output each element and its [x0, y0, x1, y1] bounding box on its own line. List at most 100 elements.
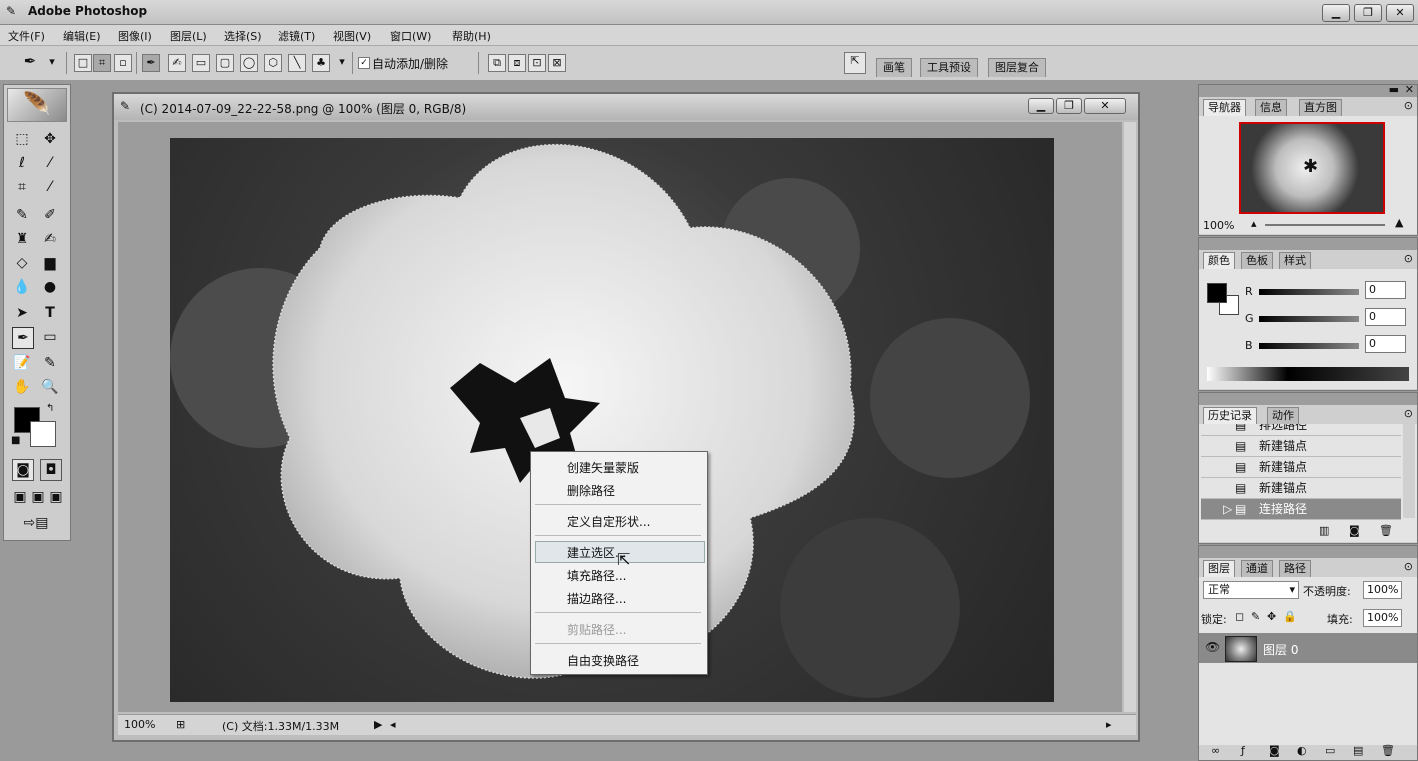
- tab-histogram[interactable]: 直方图: [1299, 99, 1342, 116]
- menu-view[interactable]: 视图(V): [333, 28, 371, 44]
- healing-brush-icon[interactable]: ✎: [12, 205, 32, 225]
- default-colors-icon[interactable]: ■: [11, 435, 20, 446]
- standard-mode-icon[interactable]: ◙: [12, 459, 34, 481]
- hscroll-left-icon[interactable]: ◂: [390, 718, 396, 731]
- lock-brush-icon[interactable]: ✎: [1251, 610, 1260, 623]
- pen-tool-icon[interactable]: ✒: [142, 54, 160, 72]
- blur-tool-icon[interactable]: 💧: [12, 277, 32, 297]
- polygon-tool-icon[interactable]: ⬡: [264, 54, 282, 72]
- tab-tool-presets[interactable]: 工具预设: [920, 58, 978, 77]
- tab-paths[interactable]: 路径: [1279, 560, 1311, 577]
- menu-item-define-custom-shape[interactable]: 定义自定形状...: [567, 513, 650, 530]
- doc-close-button[interactable]: ✕: [1084, 98, 1126, 114]
- pen-tool-preset-icon[interactable]: ✒: [22, 54, 38, 70]
- menu-image[interactable]: 图像(I): [118, 28, 152, 44]
- path-selection-icon[interactable]: ➤: [12, 303, 32, 323]
- tab-history[interactable]: 历史记录: [1203, 407, 1257, 424]
- brush-tool-icon[interactable]: ✐: [40, 205, 60, 225]
- delete-layer-icon[interactable]: 🗑: [1381, 744, 1395, 757]
- lock-position-icon[interactable]: ✥: [1267, 610, 1276, 623]
- hand-tool-icon[interactable]: ✋: [12, 377, 32, 397]
- menu-filter[interactable]: 滤镜(T): [278, 28, 315, 44]
- layer-mask-icon[interactable]: ◙: [1269, 744, 1280, 757]
- panel-menu-icon[interactable]: ⊙: [1404, 560, 1413, 573]
- menu-file[interactable]: 文件(F): [8, 28, 45, 44]
- eye-icon[interactable]: 👁: [1205, 640, 1220, 654]
- history-item[interactable]: ▤ 新建锚点: [1201, 436, 1401, 457]
- marquee-tool-icon[interactable]: ⬚: [12, 129, 32, 149]
- menu-select[interactable]: 选择(S): [224, 28, 262, 44]
- layer-style-icon[interactable]: ƒ: [1241, 744, 1245, 757]
- background-color-swatch[interactable]: [30, 421, 56, 447]
- zoom-tool-icon[interactable]: 🔍: [40, 377, 60, 397]
- tab-navigator[interactable]: 导航器: [1203, 99, 1246, 116]
- path-subtract-icon[interactable]: ⧈: [508, 54, 526, 72]
- freeform-pen-icon[interactable]: ✍: [168, 54, 186, 72]
- custom-shape-icon[interactable]: ♣: [312, 54, 330, 72]
- history-scrollbar[interactable]: [1403, 424, 1415, 518]
- shape-tool-icon[interactable]: ▭: [40, 327, 60, 347]
- zoom-out-icon[interactable]: ▴: [1251, 217, 1257, 230]
- restore-button[interactable]: ❐: [1354, 4, 1382, 22]
- auto-add-delete-checkbox[interactable]: ✓: [358, 57, 370, 69]
- adjustment-layer-icon[interactable]: ◐: [1297, 744, 1307, 757]
- path-add-icon[interactable]: ⧉: [488, 54, 506, 72]
- new-snapshot-icon[interactable]: ▥: [1319, 524, 1329, 537]
- lasso-tool-icon[interactable]: ℓ: [12, 153, 32, 173]
- slice-tool-icon[interactable]: ⁄: [40, 177, 60, 197]
- swap-colors-icon[interactable]: ↰: [46, 403, 54, 414]
- status-info-icon[interactable]: ⊞: [176, 718, 185, 731]
- status-menu-arrow-icon[interactable]: ▶: [374, 718, 382, 731]
- eraser-tool-icon[interactable]: ◇: [12, 253, 32, 273]
- link-layers-icon[interactable]: ∞: [1211, 744, 1220, 757]
- history-item-selected[interactable]: ▷ ▤ 连接路径: [1201, 499, 1401, 520]
- doc-minimize-button[interactable]: ▁: [1028, 98, 1054, 114]
- camera-icon[interactable]: ◙: [1349, 524, 1360, 537]
- gradient-tool-icon[interactable]: ▆: [40, 253, 60, 273]
- vertical-scrollbar[interactable]: [1124, 122, 1136, 712]
- screen-mode-full-menu-icon[interactable]: ▣: [28, 487, 48, 507]
- tab-info[interactable]: 信息: [1255, 99, 1287, 116]
- tab-layers[interactable]: 图层: [1203, 560, 1235, 577]
- opacity-input[interactable]: 100%: [1363, 581, 1402, 599]
- channel-b-slider[interactable]: [1259, 343, 1359, 349]
- eyedropper-icon[interactable]: ✎: [40, 353, 60, 373]
- tab-brushes[interactable]: 画笔: [876, 58, 912, 77]
- tab-channels[interactable]: 通道: [1241, 560, 1273, 577]
- channel-g-value[interactable]: 0: [1365, 308, 1406, 326]
- dodge-tool-icon[interactable]: ●: [40, 277, 60, 297]
- notes-tool-icon[interactable]: 📝: [12, 353, 32, 373]
- panel-close-icon[interactable]: ✕: [1405, 84, 1414, 96]
- hscroll-right-icon[interactable]: ▸: [1106, 718, 1112, 731]
- line-tool-icon[interactable]: ╲: [288, 54, 306, 72]
- menu-layer[interactable]: 图层(L): [170, 28, 207, 44]
- new-layer-icon[interactable]: ▤: [1353, 744, 1363, 757]
- magic-wand-icon[interactable]: ⁄: [40, 153, 60, 173]
- panel-menu-icon[interactable]: ⊙: [1404, 99, 1413, 112]
- history-item[interactable]: ▤ 排选路径: [1201, 424, 1401, 436]
- palette-well-icon[interactable]: ⇱: [844, 52, 866, 74]
- doc-maximize-button[interactable]: ❐: [1056, 98, 1082, 114]
- channel-g-slider[interactable]: [1259, 316, 1359, 322]
- rounded-rectangle-icon[interactable]: ▢: [216, 54, 234, 72]
- menu-edit[interactable]: 编辑(E): [63, 28, 101, 44]
- menu-item-create-vector-mask[interactable]: 创建矢量蒙版: [567, 459, 639, 476]
- screen-mode-full-icon[interactable]: ▣: [46, 487, 66, 507]
- blend-mode-select[interactable]: 正常 ▾: [1203, 581, 1299, 599]
- shape-layers-mode-icon[interactable]: □: [74, 54, 92, 72]
- panel-menu-icon[interactable]: ⊙: [1404, 407, 1413, 420]
- menu-item-fill-path[interactable]: 填充路径...: [567, 567, 626, 584]
- minimize-button[interactable]: ▁: [1322, 4, 1350, 22]
- path-intersect-icon[interactable]: ⊡: [528, 54, 546, 72]
- navigator-thumbnail[interactable]: ✱: [1239, 122, 1385, 214]
- screen-mode-standard-icon[interactable]: ▣: [10, 487, 30, 507]
- menu-item-stroke-path[interactable]: 描边路径...: [567, 590, 626, 607]
- color-fg-swatch[interactable]: [1207, 283, 1227, 303]
- tab-styles[interactable]: 样式: [1279, 252, 1311, 269]
- paths-mode-icon[interactable]: ⌗: [93, 54, 111, 72]
- trash-icon[interactable]: 🗑: [1379, 524, 1393, 537]
- preset-dropdown-icon[interactable]: ▾: [44, 54, 60, 70]
- ellipse-tool-icon[interactable]: ◯: [240, 54, 258, 72]
- history-item[interactable]: ▤ 新建锚点: [1201, 478, 1401, 499]
- menu-help[interactable]: 帮助(H): [452, 28, 491, 44]
